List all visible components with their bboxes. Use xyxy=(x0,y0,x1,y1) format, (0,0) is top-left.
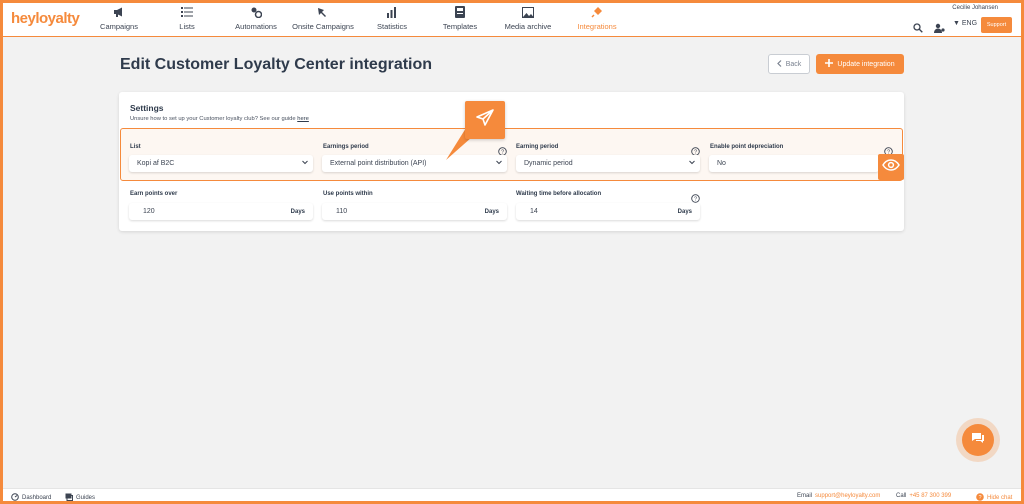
onsite-icon xyxy=(317,5,329,19)
settings-subtitle-text: Unsure how to set up your Customer loyal… xyxy=(130,116,296,122)
guides-icon xyxy=(65,493,73,503)
earnings-period-value: External point distribution (API) xyxy=(330,160,427,167)
help-icon[interactable]: ? xyxy=(691,190,700,203)
language-selector[interactable]: ▼ ENG xyxy=(953,20,977,27)
earn-points-over-label: Earn points over xyxy=(130,191,178,197)
email-link[interactable]: support@heyloyalty.com xyxy=(815,493,880,499)
email-label: Email xyxy=(797,493,813,499)
call-info: Call +45 87 300 399 xyxy=(896,493,951,499)
update-integration-button[interactable]: Update integration xyxy=(816,54,904,74)
top-navigation: heyloyalty Campaigns Lists Automations O… xyxy=(0,0,1024,37)
earn-points-over-value: 120 xyxy=(143,208,155,215)
user-name[interactable]: Cecilie Johansen xyxy=(952,5,998,11)
preview-eye-button[interactable] xyxy=(878,154,904,180)
nav-onsite-campaigns[interactable]: Onsite Campaigns xyxy=(283,5,363,31)
plus-icon xyxy=(825,59,834,69)
hide-chat-link[interactable]: ? Hide chat xyxy=(976,493,1012,503)
search-icon[interactable] xyxy=(913,20,923,38)
waiting-time-input[interactable]: 14 Days xyxy=(516,203,700,220)
nav-label: Onsite Campaigns xyxy=(292,22,354,31)
back-button[interactable]: Back xyxy=(768,54,810,74)
depreciation-label: Enable point depreciation xyxy=(710,144,784,150)
chevron-left-icon xyxy=(776,59,782,69)
back-label: Back xyxy=(785,60,802,68)
earning-period-label: Earning period xyxy=(516,144,559,150)
help-icon[interactable]: ? xyxy=(498,143,507,156)
template-icon xyxy=(455,5,465,19)
guides-label: Guides xyxy=(76,495,96,501)
nav-integrations[interactable]: Integrations xyxy=(557,5,637,31)
depreciation-value: No xyxy=(717,160,726,167)
nav-label: Media archive xyxy=(504,22,552,31)
nav-label: Automations xyxy=(235,22,277,31)
list-value: Kopi af B2C xyxy=(137,160,175,167)
page-title: Edit Customer Loyalty Center integration xyxy=(120,56,433,73)
nav-label: Integrations xyxy=(577,22,617,31)
paper-plane-icon xyxy=(475,108,495,133)
guides-link[interactable]: Guides xyxy=(65,493,95,503)
waiting-time-value: 14 xyxy=(530,208,538,215)
call-label: Call xyxy=(896,493,907,499)
guide-link[interactable]: here xyxy=(297,116,309,122)
earnings-period-select[interactable]: External point distribution (API) xyxy=(322,155,507,172)
nav-label: Lists xyxy=(179,22,195,31)
support-button[interactable]: Support xyxy=(981,17,1012,33)
list-label: List xyxy=(130,144,141,150)
automation-icon xyxy=(250,5,262,19)
hide-chat-label: Hide chat xyxy=(987,495,1013,501)
nav-media-archive[interactable]: Media archive xyxy=(488,5,568,31)
nav-lists[interactable]: Lists xyxy=(147,5,227,31)
chevron-down-icon xyxy=(689,160,695,167)
help-icon[interactable]: ? xyxy=(884,143,893,156)
language-label: ENG xyxy=(961,20,978,27)
settings-title: Settings xyxy=(130,103,164,113)
list-icon xyxy=(181,5,193,19)
unit-label: Days xyxy=(484,208,499,215)
help-icon[interactable]: ? xyxy=(691,143,700,156)
chart-icon xyxy=(386,5,398,19)
heyloyalty-logo[interactable]: heyloyalty xyxy=(11,10,80,27)
chat-launcher[interactable] xyxy=(956,418,1000,462)
use-points-within-value: 110 xyxy=(336,208,348,215)
earn-points-over-input[interactable]: 120 Days xyxy=(129,203,313,220)
unit-label: Days xyxy=(677,208,692,215)
image-icon xyxy=(522,5,534,19)
svg-text:?: ? xyxy=(694,196,697,202)
use-points-within-input[interactable]: 110 Days xyxy=(322,203,507,220)
help-circle-icon: ? xyxy=(976,493,984,503)
update-label: Update integration xyxy=(837,60,895,68)
chevron-down-icon xyxy=(496,160,502,167)
footer: Dashboard Guides Email support@heyloyalt… xyxy=(0,488,1024,504)
pointer-line xyxy=(446,128,480,160)
use-points-within-label: Use points within xyxy=(323,191,373,197)
dashboard-label: Dashboard xyxy=(22,495,52,501)
orange-frame xyxy=(0,0,1024,504)
chevron-down-icon xyxy=(302,160,308,167)
unit-label: Days xyxy=(290,208,305,215)
email-info: Email support@heyloyalty.com xyxy=(797,493,880,499)
chat-bubble-icon xyxy=(971,431,985,449)
nav-label: Templates xyxy=(442,22,478,31)
dashboard-link[interactable]: Dashboard xyxy=(11,493,51,503)
chat-button[interactable] xyxy=(962,424,994,456)
dashboard-icon xyxy=(11,493,19,503)
eye-icon xyxy=(882,158,900,176)
phone-link[interactable]: +45 87 300 399 xyxy=(909,493,951,499)
earning-period-select[interactable]: Dynamic period xyxy=(516,155,700,172)
send-icon-badge xyxy=(465,101,505,139)
svg-text:?: ? xyxy=(978,495,981,501)
plug-icon xyxy=(591,5,603,19)
earning-period-value: Dynamic period xyxy=(524,160,573,167)
user-settings-icon[interactable] xyxy=(934,20,945,38)
nav-label: Statistics xyxy=(376,22,407,31)
earnings-period-label: Earnings period xyxy=(323,144,369,150)
waiting-time-label: Waiting time before allocation xyxy=(516,191,602,197)
settings-subtitle: Unsure how to set up your Customer loyal… xyxy=(130,116,309,122)
nav-label: Campaigns xyxy=(100,22,138,31)
list-select[interactable]: Kopi af B2C xyxy=(129,155,313,172)
depreciation-select[interactable]: No xyxy=(709,155,879,172)
megaphone-icon xyxy=(113,5,125,19)
